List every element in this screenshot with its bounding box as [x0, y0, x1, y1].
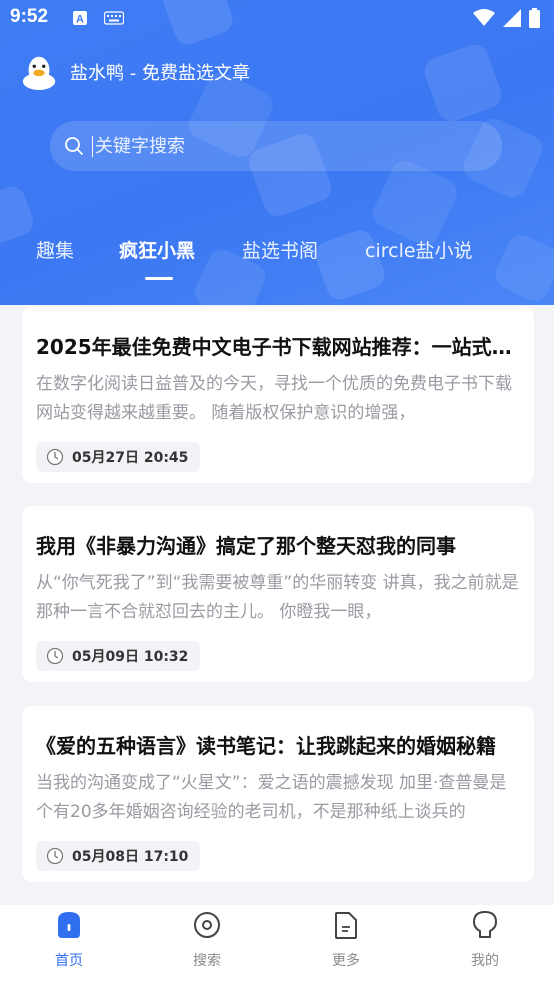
text-input-icon: A — [72, 10, 88, 30]
article-date-badge: 05月08日 17:10 — [36, 841, 201, 871]
status-bar: 9:52 A — [0, 0, 554, 36]
search-icon — [194, 912, 220, 938]
keyboard-icon — [103, 10, 125, 29]
article-title: 《爱的五种语言》读书笔记：让我跳起来的婚姻秘籍 — [36, 734, 496, 758]
active-tab-indicator — [145, 277, 173, 280]
app-title: 盐水鸭 - 免费盐选文章 — [70, 63, 250, 84]
clock-icon — [46, 448, 64, 466]
profile-icon — [473, 911, 497, 938]
clock-icon — [46, 847, 64, 865]
search-bar[interactable] — [50, 121, 502, 171]
nav-profile[interactable]: 我的 — [416, 905, 554, 984]
article-card[interactable]: 《爱的五种语言》读书笔记：让我跳起来的婚姻秘籍 当我的沟通变成了“火星文”：爱之… — [22, 706, 534, 882]
nav-label: 更多 — [332, 953, 360, 969]
more-icon — [335, 912, 357, 939]
header-banner: 9:52 A 盐水鸭 - 免费盐选文章 关键字搜索 趣集 疯狂小黑 盐选书阁 c… — [0, 0, 554, 305]
article-date-badge: 05月27日 20:45 — [36, 442, 201, 472]
bottom-navigation: 首页 搜索 更多 我的 — [0, 905, 554, 984]
duck-logo-icon — [22, 56, 56, 91]
nav-more[interactable]: 更多 — [277, 905, 415, 984]
article-card[interactable]: 我用《非暴力沟通》搞定了那个整天怼我的同事 从“你气死我了”到“我需要被尊重”的… — [22, 506, 534, 682]
article-title: 我用《非暴力沟通》搞定了那个整天怼我的同事 — [36, 534, 456, 558]
article-list[interactable]: 2025年最佳免费中文电子书下载网站推荐：一站式资源大全 在数字化阅读日益普及的… — [0, 305, 554, 905]
article-summary: 从“你气死我了”到“我需要被尊重”的华丽转变 讲真，我之前就是那种一言不合就怼回… — [36, 573, 519, 622]
nav-search[interactable]: 搜索 — [138, 905, 276, 984]
tab-quji[interactable]: 趣集 — [36, 236, 74, 263]
app-header: 盐水鸭 - 免费盐选文章 — [20, 52, 250, 92]
clock-icon — [46, 647, 64, 665]
article-card[interactable]: 2025年最佳免费中文电子书下载网站推荐：一站式资源大全 在数字化阅读日益普及的… — [22, 307, 534, 483]
article-date: 05月08日 17:10 — [72, 849, 189, 865]
article-date: 05月27日 20:45 — [72, 450, 189, 466]
battery-icon — [529, 8, 540, 32]
tab-circle-yan-xiaoshuo[interactable]: circle盐小说 — [365, 236, 473, 263]
article-date: 05月09日 10:32 — [72, 649, 189, 665]
wifi-icon — [473, 9, 495, 31]
article-date-badge: 05月09日 10:32 — [36, 641, 201, 671]
article-summary: 当我的沟通变成了“火星文”：爱之语的震撼发现 加里·查普曼是个有20多年婚姻咨询… — [36, 773, 507, 822]
status-time: 9:52 — [10, 6, 49, 27]
search-input[interactable] — [92, 135, 472, 157]
nav-label: 首页 — [55, 953, 83, 969]
tab-yanxuan-shuge[interactable]: 盐选书阁 — [242, 236, 318, 263]
svg-text:A: A — [76, 14, 84, 26]
decor-shape — [420, 40, 506, 126]
search-icon — [65, 137, 83, 155]
nav-label: 搜索 — [193, 953, 221, 969]
nav-home[interactable]: 首页 — [0, 905, 138, 984]
article-title: 2025年最佳免费中文电子书下载网站推荐：一站式资源大全 — [36, 335, 520, 359]
tab-fengkuang-xiaohei[interactable]: 疯狂小黑 — [119, 236, 195, 263]
tab-bar: 趣集 疯狂小黑 盐选书阁 circle盐小说 — [0, 228, 554, 280]
article-summary: 在数字化阅读日益普及的今天，寻找一个优质的免费电子书下载网站变得越来越重要。 随… — [36, 374, 512, 423]
signal-icon — [503, 9, 521, 31]
nav-label: 我的 — [471, 953, 499, 969]
home-icon — [58, 912, 80, 938]
